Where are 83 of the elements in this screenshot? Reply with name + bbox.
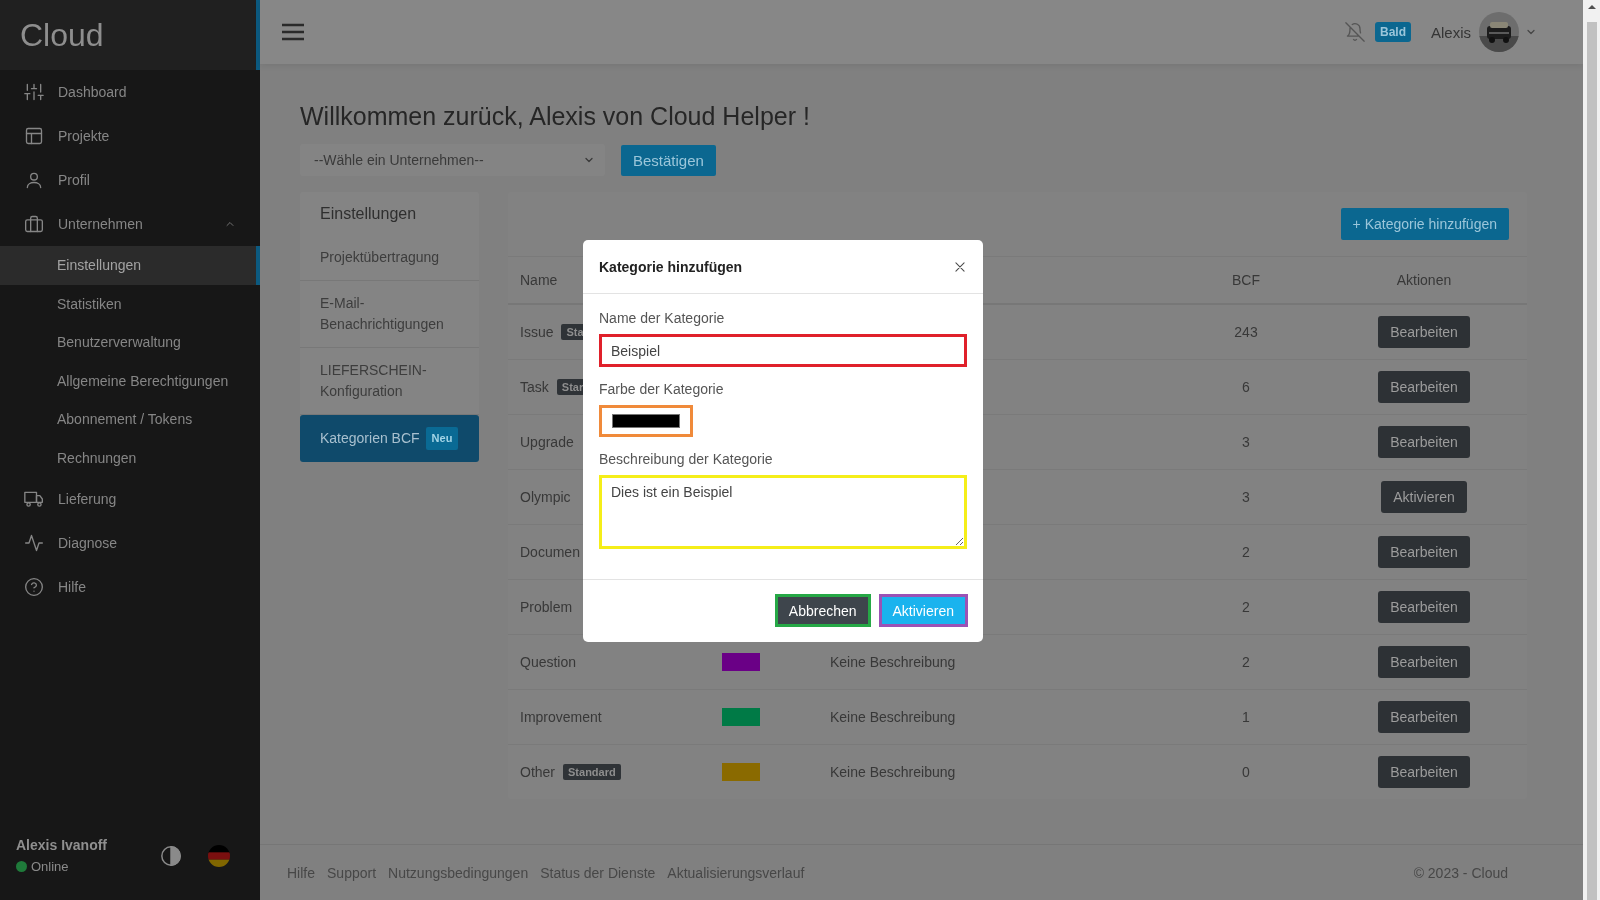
truck-icon xyxy=(24,489,44,509)
bcf-count: 1 xyxy=(1242,709,1250,725)
person-icon xyxy=(24,170,44,190)
sidebar-item[interactable]: Diagnose xyxy=(0,521,260,565)
bcf-count: 3 xyxy=(1242,434,1250,450)
new-badge: Neu xyxy=(425,427,459,450)
name-field[interactable]: Beispiel xyxy=(599,334,967,367)
category-name: Problem xyxy=(520,599,573,615)
sidebar-item[interactable]: Profil xyxy=(0,158,260,202)
sidebar-subitem[interactable]: Allgemeine Berechtigungen xyxy=(0,361,260,400)
standard-badge: Standard xyxy=(563,764,621,780)
sidebar-subitem[interactable]: Statistiken xyxy=(0,284,260,323)
status-label: Online xyxy=(31,859,69,874)
sidebar-item[interactable]: Unternehmen xyxy=(0,202,260,246)
category-name: Olympic xyxy=(520,489,571,505)
add-category-button[interactable]: + Kategorie hinzufügen xyxy=(1340,208,1509,240)
description-field[interactable]: Dies ist ein Beispiel xyxy=(599,475,967,549)
category-name: Improvement xyxy=(520,709,602,725)
copyright: © 2023 - Cloud xyxy=(1413,864,1508,881)
category-description: Keine Beschreibung xyxy=(830,764,956,780)
user-name: Alexis Ivanoff xyxy=(16,837,109,853)
contrast-icon[interactable] xyxy=(160,844,182,867)
layout-icon xyxy=(24,126,44,146)
settings-menu-item[interactable]: Kategorien BCF Neu xyxy=(300,415,479,462)
category-name: Question xyxy=(520,654,577,670)
sidebar-item[interactable]: Lieferung xyxy=(0,477,260,521)
dialog-title: Kategorie hinzufügen xyxy=(599,258,744,275)
color-field[interactable] xyxy=(599,405,693,437)
user-name[interactable]: Alexis xyxy=(1431,23,1471,41)
panel-title: Einstellungen xyxy=(319,204,418,224)
help-icon xyxy=(24,577,44,597)
settings-menu-item[interactable]: Projektübertragung xyxy=(300,235,479,281)
sidebar-subitem[interactable]: Abonnement / Tokens xyxy=(0,400,260,439)
row-action-button[interactable]: Bearbeiten xyxy=(1378,701,1470,733)
menu-icon[interactable] xyxy=(280,21,306,43)
sidebar-subitem[interactable]: Benutzerverwaltung xyxy=(0,323,260,362)
row-action-button[interactable]: Bearbeiten xyxy=(1378,756,1470,788)
field-label: Beschreibung der Kategorie xyxy=(599,451,774,467)
field-label: Farbe der Kategorie xyxy=(599,381,725,397)
row-action-button[interactable]: Bearbeiten xyxy=(1378,646,1470,678)
category-description: Keine Beschreibung xyxy=(830,654,956,670)
bcf-count: 6 xyxy=(1242,379,1250,395)
category-name: Issue xyxy=(520,324,554,340)
bcf-count: 3 xyxy=(1242,489,1250,505)
scrollbar-thumb[interactable] xyxy=(1586,22,1597,900)
column-header: Name xyxy=(520,272,558,288)
bcf-count: 2 xyxy=(1242,654,1250,670)
activity-icon xyxy=(24,533,44,553)
category-name: Task xyxy=(520,379,549,395)
row-action-button[interactable]: Bearbeiten xyxy=(1378,371,1470,403)
bcf-count: 2 xyxy=(1242,599,1250,615)
bcf-count: 0 xyxy=(1242,764,1250,780)
row-action-button[interactable]: Aktivieren xyxy=(1381,481,1467,513)
category-description: Keine Beschreibung xyxy=(830,709,956,725)
page-title: Willkommen zurück, Alexis von Cloud Helper ! xyxy=(300,101,811,132)
settings-menu-item[interactable]: E-Mail-Benachrichtigungen xyxy=(300,281,479,348)
category-name: Other xyxy=(520,764,555,780)
row-action-button[interactable]: Bearbeiten xyxy=(1378,316,1470,348)
sidebar-item[interactable]: Hilfe xyxy=(0,565,260,609)
column-header: Aktionen xyxy=(1396,272,1452,288)
sidebar-item[interactable]: Projekte xyxy=(0,114,260,158)
company-select[interactable]: --Wähle ein Unternehmen-- xyxy=(300,144,605,176)
bcf-count: 243 xyxy=(1234,324,1258,340)
confirm-button[interactable]: Bestätigen xyxy=(621,144,716,176)
field-label: Name der Kategorie xyxy=(599,310,726,326)
row-action-button[interactable]: Bearbeiten xyxy=(1378,536,1470,568)
sidebar-subitem[interactable]: Rechnungen xyxy=(0,438,260,477)
close-icon[interactable] xyxy=(953,259,967,274)
row-action-button[interactable]: Bearbeiten xyxy=(1378,591,1470,623)
bell-off-icon xyxy=(1344,22,1365,42)
category-name: Upgrade xyxy=(520,434,574,450)
app-logo[interactable]: Cloud xyxy=(20,16,104,54)
sidebar-subitem[interactable]: Einstellungen xyxy=(0,246,260,285)
sidebar-item[interactable]: Dashboard xyxy=(0,70,260,114)
building-icon xyxy=(24,214,44,234)
row-action-button[interactable]: Bearbeiten xyxy=(1378,426,1470,458)
cancel-button[interactable]: Abbrechen xyxy=(774,594,871,627)
column-header: BCF xyxy=(1232,272,1260,288)
bcf-count: 2 xyxy=(1242,544,1250,560)
status-badge: Bald xyxy=(1374,22,1411,42)
sliders-icon xyxy=(24,82,44,102)
flag-icon[interactable] xyxy=(208,844,230,867)
category-name: Documen xyxy=(520,544,580,560)
